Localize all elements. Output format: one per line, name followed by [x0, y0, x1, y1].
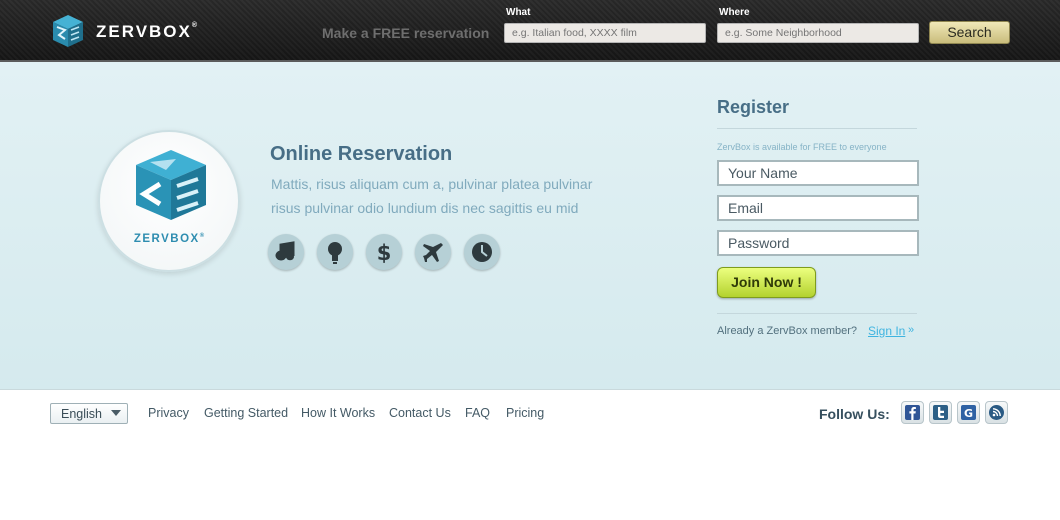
member-prompt: Already a ZervBox member? [717, 325, 857, 337]
hero-title: Online Reservation [270, 143, 453, 165]
twitter-icon[interactable] [929, 401, 952, 424]
lightbulb-icon [317, 234, 353, 270]
zervbox-logo-icon[interactable] [50, 13, 86, 49]
follow-us-label: Follow Us: [819, 406, 890, 422]
register-subtitle: ZervBox is available for FREE to everyon… [717, 142, 887, 152]
name-field[interactable] [717, 160, 919, 186]
svg-text:$: $ [377, 241, 392, 265]
airplane-icon [415, 234, 451, 270]
footer-link-contact-us[interactable]: Contact Us [389, 406, 451, 420]
chevron-down-icon [111, 410, 121, 416]
music-note-icon [268, 234, 304, 270]
top-header: ZERVBOX® Make a FREE reservation What Wh… [0, 0, 1060, 62]
svg-text:G: G [964, 407, 973, 420]
what-label: What [506, 7, 531, 18]
sign-in-arrow[interactable]: » [908, 324, 914, 336]
register-divider-bottom [717, 313, 917, 314]
hero-description: Mattis, risus aliquam cum a, pulvinar pl… [271, 176, 593, 216]
footer-link-pricing[interactable]: Pricing [506, 406, 544, 420]
hero-section: ZERVBOX® Online Reservation Mattis, risu… [0, 62, 1060, 390]
what-search-input[interactable] [504, 23, 706, 43]
brand-name[interactable]: ZERVBOX® [96, 22, 197, 42]
header-tagline: Make a FREE reservation [322, 25, 490, 41]
join-now-button[interactable]: Join Now ! [717, 267, 816, 298]
footer-link-privacy[interactable]: Privacy [148, 406, 189, 420]
register-divider [717, 128, 917, 129]
password-field[interactable] [717, 230, 919, 256]
clock-icon [464, 234, 500, 270]
google-icon[interactable]: G [957, 401, 980, 424]
sign-in-link[interactable]: Sign In [868, 324, 905, 338]
dollar-icon: $ [366, 234, 402, 270]
where-search-input[interactable] [717, 23, 919, 43]
rss-icon[interactable] [985, 401, 1008, 424]
logo-badge: ZERVBOX® [98, 130, 240, 272]
facebook-icon[interactable] [901, 401, 924, 424]
register-title: Register [717, 97, 790, 117]
footer-link-getting-started[interactable]: Getting Started [204, 406, 288, 420]
footer-link-faq[interactable]: FAQ [465, 406, 490, 420]
search-button[interactable]: Search [929, 21, 1010, 44]
footer-link-how-it-works[interactable]: How It Works [301, 406, 375, 420]
zervbox-cube-logo-icon [136, 150, 206, 220]
where-label: Where [719, 7, 750, 18]
email-field[interactable] [717, 195, 919, 221]
badge-brand-name: ZERVBOX® [133, 233, 205, 245]
language-select[interactable]: English [50, 403, 128, 424]
